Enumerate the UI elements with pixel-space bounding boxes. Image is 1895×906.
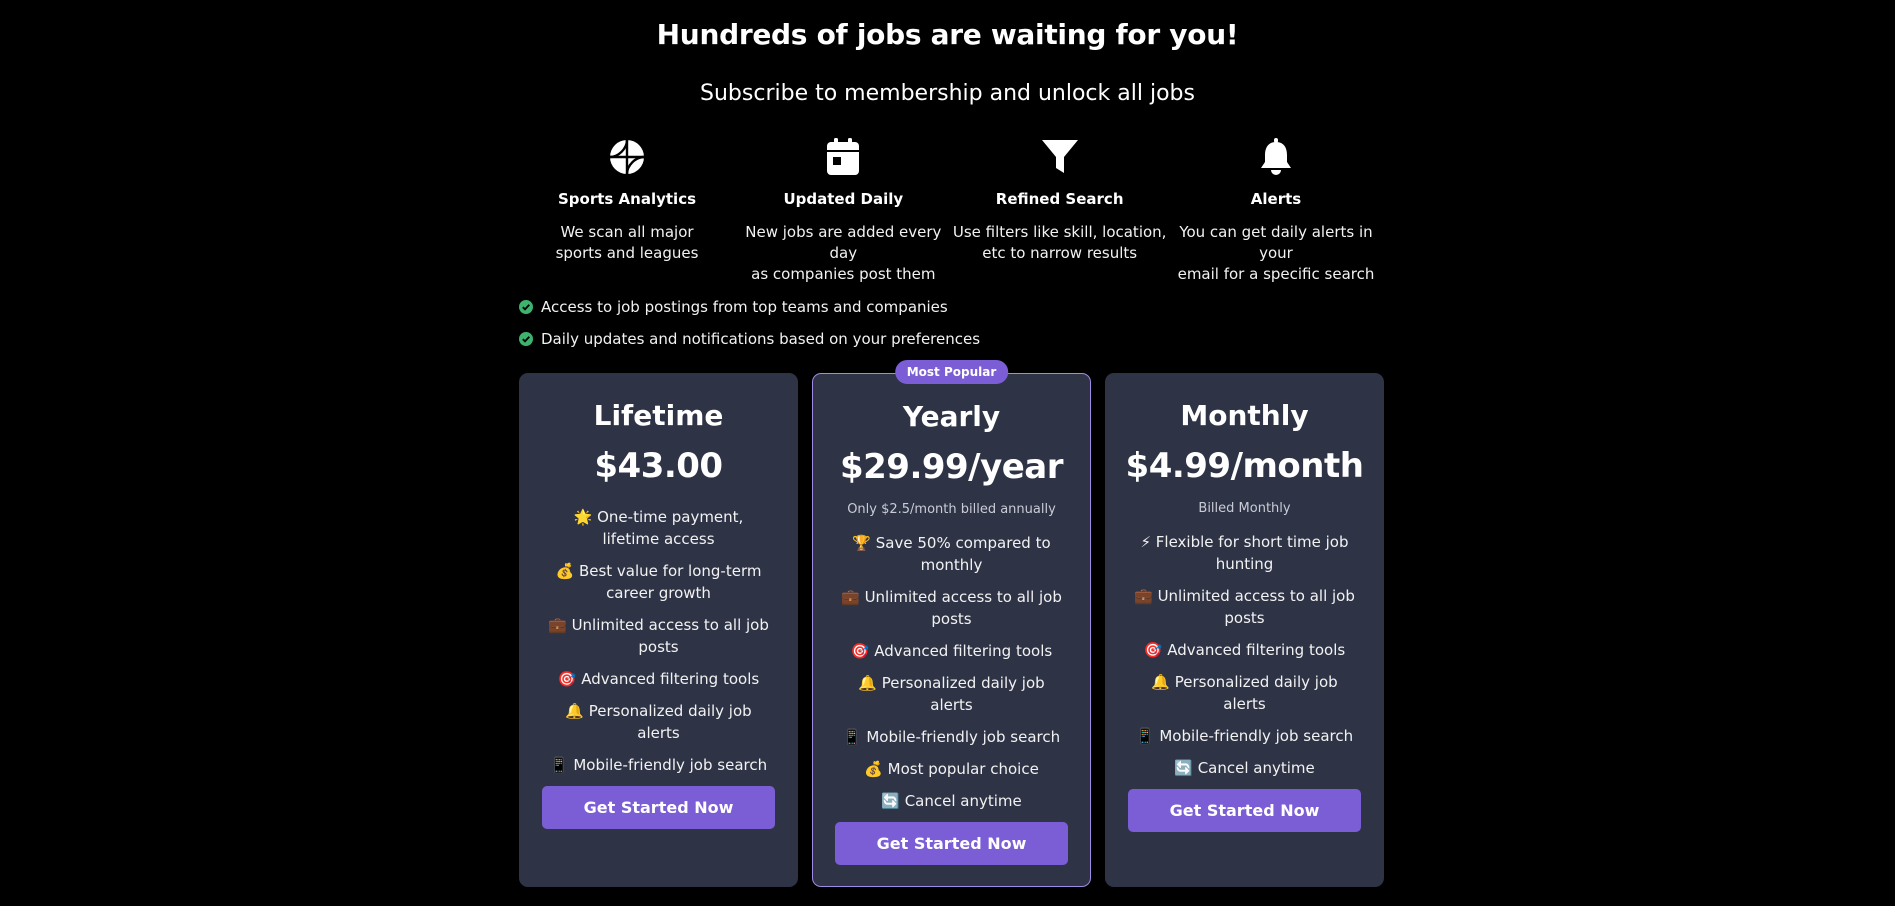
calendar-icon	[735, 138, 951, 178]
plan-feature: 🎯 Advanced filtering tools	[557, 670, 760, 688]
plan-name: Monthly	[1180, 399, 1309, 432]
feature-description: New jobs are added every day as companie…	[745, 223, 942, 283]
feature-description: You can get daily alerts in your email f…	[1177, 223, 1375, 283]
plan-price: $4.99/month	[1125, 446, 1364, 486]
plan-price: $43.00	[594, 446, 723, 486]
feature-title: Refined Search	[995, 190, 1124, 208]
plan-card-yearly: Most Popular Yearly $29.99/year Only $2.…	[812, 360, 1091, 887]
plan-feature: 🎯 Advanced filtering tools	[850, 642, 1053, 660]
plan-feature: 💼 Unlimited access to all job posts	[841, 588, 1062, 628]
plan-feature: 💰 Best value for long-term career growth	[555, 562, 762, 602]
plan-feature: 🌟 One-time payment, lifetime access	[573, 508, 744, 548]
page-title: Hundreds of jobs are waiting for you!	[656, 18, 1239, 51]
plan-feature: 🔔 Personalized daily job alerts	[1151, 673, 1338, 713]
plan-feature-list: 🌟 One-time payment, lifetime access 💰 Be…	[519, 506, 798, 776]
check-circle-icon	[519, 332, 533, 346]
plan-feature: 📱 Mobile-friendly job search	[1135, 727, 1354, 745]
feature-refined-search: Refined Search Use filters like skill, l…	[952, 138, 1168, 285]
feature-title: Alerts	[1250, 190, 1302, 208]
bell-icon	[1168, 138, 1384, 178]
benefit-list: Access to job postings from top teams an…	[519, 291, 980, 355]
feature-description: We scan all major sports and leagues	[555, 223, 699, 262]
get-started-button[interactable]: Get Started Now	[1128, 789, 1361, 832]
check-circle-icon	[519, 300, 533, 314]
benefit-item: Daily updates and notifications based on…	[519, 323, 980, 355]
page-subtitle: Subscribe to membership and unlock all j…	[700, 81, 1195, 106]
plan-feature: 🏆 Save 50% compared to monthly	[852, 534, 1051, 574]
plan-feature: 🔔 Personalized daily job alerts	[565, 702, 752, 742]
plan-billing-note: Only $2.5/month billed annually	[847, 502, 1056, 517]
most-popular-badge: Most Popular	[894, 360, 1009, 384]
plan-card-lifetime: Lifetime $43.00 🌟 One-time payment, life…	[519, 373, 798, 887]
plan-feature: 🔔 Personalized daily job alerts	[858, 674, 1045, 714]
plan-feature: 🔄 Cancel anytime	[881, 792, 1022, 810]
feature-alerts: Alerts You can get daily alerts in your …	[1168, 138, 1384, 285]
filter-icon	[952, 138, 1168, 178]
feature-title: Updated Daily	[783, 190, 904, 208]
plan-feature-list: 🏆 Save 50% compared to monthly 💼 Unlimit…	[813, 532, 1090, 812]
benefit-item: Access to job postings from top teams an…	[519, 291, 980, 323]
basketball-icon	[519, 138, 735, 178]
plan-card-monthly: Monthly $4.99/month Billed Monthly ⚡ Fle…	[1105, 373, 1384, 887]
plan-feature: 💰 Most popular choice	[864, 760, 1039, 778]
plan-feature: 🎯 Advanced filtering tools	[1143, 641, 1346, 659]
feature-updated-daily: Updated Daily New jobs are added every d…	[735, 138, 951, 285]
plan-feature: 💼 Unlimited access to all job posts	[1134, 587, 1355, 627]
plan-name: Yearly	[902, 400, 1001, 433]
get-started-button[interactable]: Get Started Now	[542, 786, 775, 829]
plan-name: Lifetime	[593, 399, 724, 432]
benefit-text: Access to job postings from top teams an…	[541, 298, 948, 316]
plan-feature: 📱 Mobile-friendly job search	[549, 756, 768, 774]
page: Hundreds of jobs are waiting for you! Su…	[0, 0, 1895, 906]
plan-feature: ⚡ Flexible for short time job hunting	[1140, 533, 1349, 573]
plan-billing-note: Billed Monthly	[1198, 501, 1291, 516]
plan-price: $29.99/year	[839, 447, 1064, 487]
feature-description: Use filters like skill, location, etc to…	[952, 223, 1167, 262]
pricing-plans: Lifetime $43.00 🌟 One-time payment, life…	[519, 360, 1384, 887]
get-started-button[interactable]: Get Started Now	[835, 822, 1068, 865]
benefit-text: Daily updates and notifications based on…	[541, 330, 981, 348]
plan-feature: 🔄 Cancel anytime	[1174, 759, 1315, 777]
feature-title: Sports Analytics	[557, 190, 697, 208]
plan-feature: 💼 Unlimited access to all job posts	[548, 616, 769, 656]
plan-feature: 📱 Mobile-friendly job search	[842, 728, 1061, 746]
feature-grid: Sports Analytics We scan all major sport…	[519, 138, 1384, 285]
feature-sports-analytics: Sports Analytics We scan all major sport…	[519, 138, 735, 285]
plan-feature-list: ⚡ Flexible for short time job hunting 💼 …	[1105, 531, 1384, 779]
